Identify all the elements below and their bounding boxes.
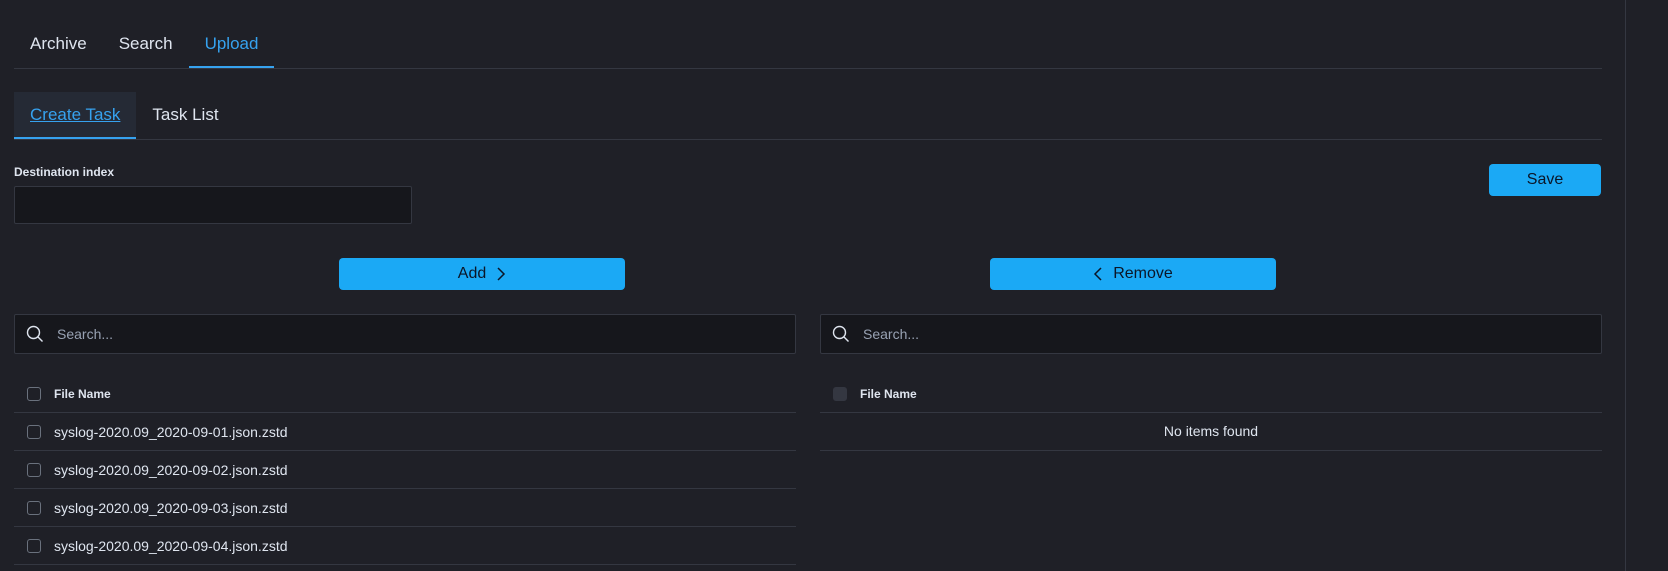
save-button-label: Save xyxy=(1526,171,1564,188)
right-search-input[interactable] xyxy=(861,325,1601,343)
tab-search[interactable]: Search xyxy=(103,22,189,68)
add-button-label: Add xyxy=(457,265,487,282)
right-search-box xyxy=(820,314,1602,354)
table-row[interactable]: syslog-2020.09_2020-09-04.json.zstd xyxy=(14,527,796,565)
sub-tabs: Create Task Task List xyxy=(14,92,1602,140)
file-name-cell: syslog-2020.09_2020-09-01.json.zstd xyxy=(54,423,288,440)
page: Archive Search Upload Create Task Task L… xyxy=(0,0,1668,571)
row-checkbox[interactable] xyxy=(27,462,41,477)
left-search-input[interactable] xyxy=(55,325,795,343)
chevron-right-icon xyxy=(497,267,506,281)
remove-button[interactable]: Remove xyxy=(990,258,1276,290)
table-row[interactable]: syslog-2020.09_2020-09-03.json.zstd xyxy=(14,489,796,527)
right-divider xyxy=(1625,0,1626,571)
table-row[interactable]: syslog-2020.09_2020-09-01.json.zstd xyxy=(14,413,796,451)
file-name-cell: syslog-2020.09_2020-09-04.json.zstd xyxy=(54,537,288,554)
tab-create-task[interactable]: Create Task xyxy=(14,92,137,139)
left-search-box xyxy=(14,314,796,354)
left-file-table: File Name syslog-2020.09_2020-09-01.json… xyxy=(14,376,796,565)
row-checkbox[interactable] xyxy=(27,424,41,439)
remove-button-label: Remove xyxy=(1113,265,1173,282)
tab-archive[interactable]: Archive xyxy=(14,22,103,68)
destination-index-input[interactable] xyxy=(14,186,412,224)
save-button[interactable]: Save xyxy=(1489,164,1601,196)
table-header: File Name xyxy=(14,376,796,413)
right-file-table: File Name No items found xyxy=(820,376,1602,451)
row-checkbox[interactable] xyxy=(27,500,41,515)
file-name-header: File Name xyxy=(54,387,111,401)
file-name-cell: syslog-2020.09_2020-09-02.json.zstd xyxy=(54,461,288,478)
search-icon xyxy=(821,315,861,353)
file-name-header: File Name xyxy=(860,387,917,401)
file-name-cell: syslog-2020.09_2020-09-03.json.zstd xyxy=(54,499,288,516)
add-button[interactable]: Add xyxy=(339,258,625,290)
tab-task-list[interactable]: Task List xyxy=(136,92,234,139)
empty-message: No items found xyxy=(820,413,1602,451)
select-all-checkbox xyxy=(833,387,847,401)
table-header: File Name xyxy=(820,376,1602,413)
tab-upload[interactable]: Upload xyxy=(188,22,275,68)
chevron-left-icon xyxy=(1094,267,1102,281)
select-all-checkbox[interactable] xyxy=(27,387,41,401)
top-tabs: Archive Search Upload xyxy=(14,22,1602,69)
destination-index-label: Destination index xyxy=(14,165,115,179)
row-checkbox[interactable] xyxy=(27,538,41,553)
table-row[interactable]: syslog-2020.09_2020-09-02.json.zstd xyxy=(14,451,796,489)
search-icon xyxy=(15,315,55,353)
